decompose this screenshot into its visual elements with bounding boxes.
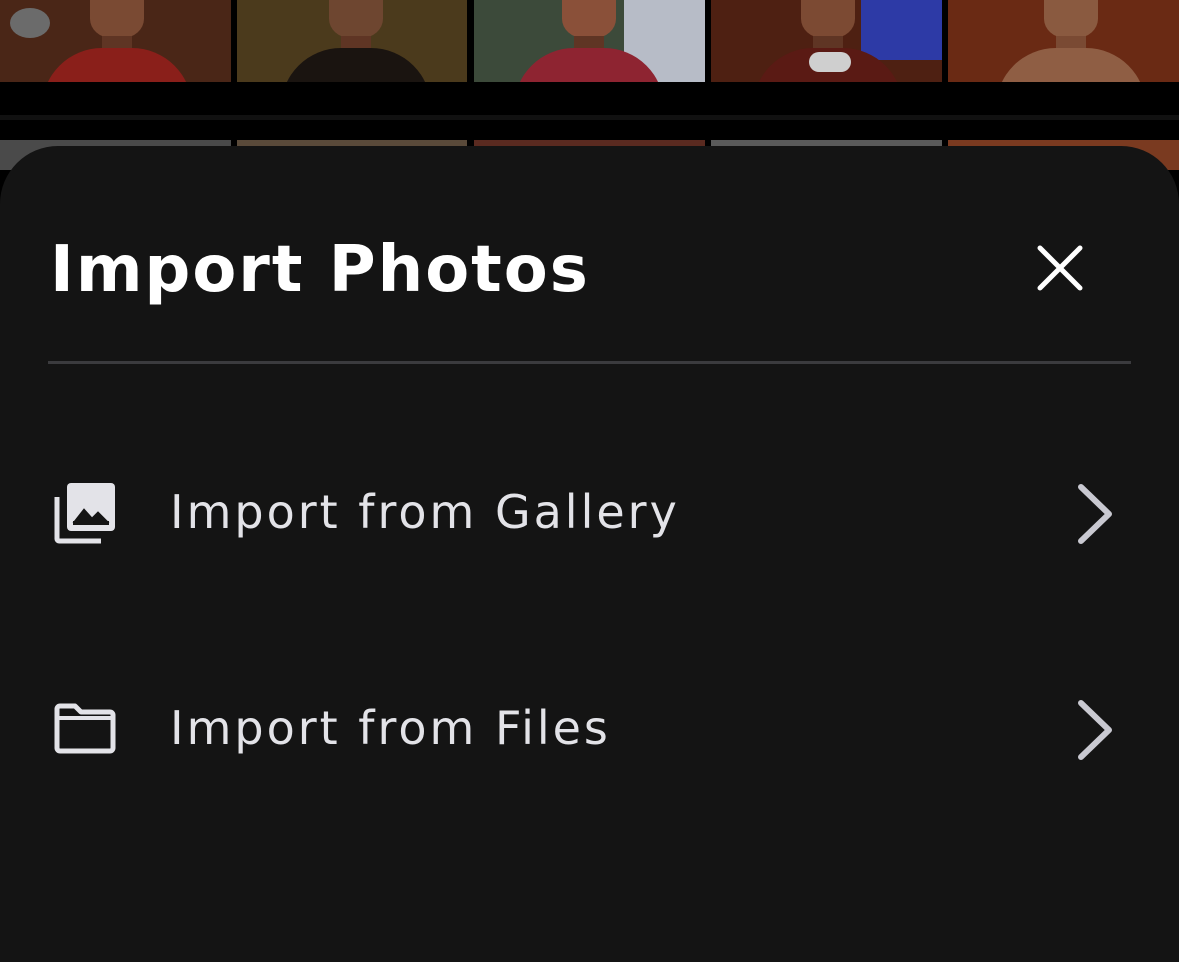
photo-thumbnail xyxy=(474,0,705,82)
chevron-right-icon xyxy=(1070,695,1120,765)
import-from-files-option[interactable]: Import from Files xyxy=(0,665,1179,795)
sheet-title: Import Photos xyxy=(50,233,590,307)
close-icon xyxy=(1037,245,1083,291)
import-from-gallery-option[interactable]: Import from Gallery xyxy=(0,449,1179,579)
chevron-right-icon xyxy=(1070,479,1120,549)
option-label: Import from Gallery xyxy=(170,485,680,539)
photo-thumbnail xyxy=(948,0,1179,82)
photo-library-icon xyxy=(52,481,118,545)
close-button[interactable] xyxy=(1024,232,1096,304)
option-label: Import from Files xyxy=(170,701,611,755)
photo-thumbnail xyxy=(237,0,467,82)
photo-thumbnail xyxy=(711,0,942,82)
folder-icon xyxy=(52,697,118,761)
photo-grid-background xyxy=(0,0,1179,170)
photo-thumbnail xyxy=(0,0,231,82)
sheet-divider xyxy=(48,361,1131,364)
screen: Import Photos Import from Gallery Import… xyxy=(0,0,1179,962)
